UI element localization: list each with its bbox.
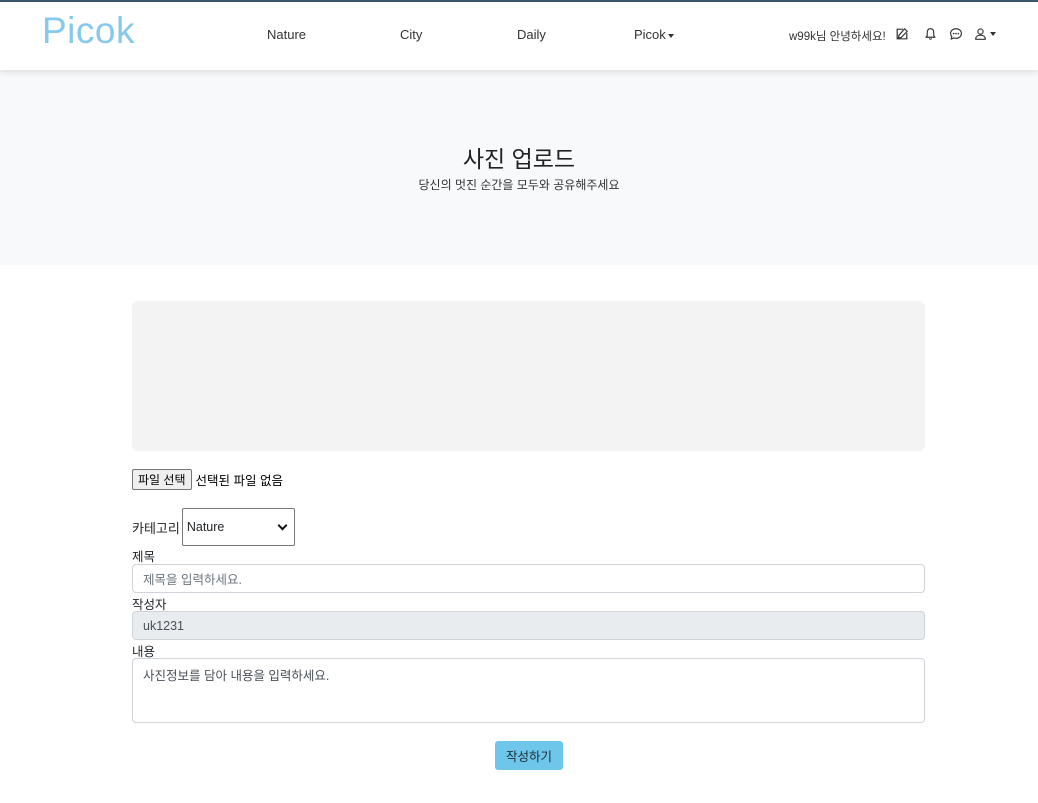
- nav-link-daily[interactable]: Daily: [517, 27, 546, 42]
- file-status-text: 선택된 파일 없음: [195, 474, 283, 488]
- category-select[interactable]: Nature: [181, 508, 295, 546]
- nav-dropdown-picok[interactable]: Picok: [634, 27, 674, 42]
- file-input-row: 파일 선택 선택된 파일 없음: [132, 469, 283, 490]
- category-row: 카테고리 Nature: [132, 508, 295, 546]
- category-label: 카테고리: [132, 520, 180, 536]
- submit-button[interactable]: 작성하기: [495, 741, 563, 770]
- page-hero: 사진 업로드 당신의 멋진 순간을 모두와 공유해주세요: [0, 70, 1038, 265]
- nav-link-city[interactable]: City: [400, 27, 422, 42]
- bell-icon[interactable]: [922, 26, 938, 42]
- file-select-button[interactable]: 파일 선택: [132, 469, 192, 490]
- category-selected-value: Nature: [186, 520, 225, 534]
- brand-logo[interactable]: Picok: [42, 10, 135, 52]
- caret-down-icon: [667, 33, 674, 38]
- author-value: uk1231: [143, 618, 185, 633]
- image-preview-area: [132, 301, 925, 451]
- page-title: 사진 업로드: [462, 146, 576, 172]
- navbar: Picok Nature City Daily Picok w99k님 안녕하세…: [0, 2, 1038, 70]
- chevron-down-icon: [277, 520, 288, 530]
- title-input[interactable]: 제목을 입력하세요.: [132, 564, 925, 593]
- nav-link-nature[interactable]: Nature: [267, 27, 306, 42]
- user-greeting: w99k님 안녕하세요!: [789, 31, 886, 43]
- content-textarea[interactable]: 사진정보를 담아 내용을 입력하세요.: [132, 658, 925, 723]
- content-placeholder: 사진정보를 담아 내용을 입력하세요.: [143, 669, 330, 683]
- title-label: 제목: [132, 550, 156, 564]
- author-field: uk1231: [132, 611, 925, 640]
- caret-down-icon: [990, 32, 996, 36]
- title-placeholder: 제목을 입력하세요.: [143, 573, 242, 587]
- page-subtitle: 당신의 멋진 순간을 모두와 공유해주세요: [418, 178, 620, 192]
- nav-dropdown-picok-label: Picok: [634, 27, 666, 42]
- user-icon: [975, 28, 986, 40]
- chat-icon[interactable]: [948, 26, 964, 42]
- edit-icon[interactable]: [894, 26, 910, 42]
- user-menu-button[interactable]: [974, 26, 1002, 42]
